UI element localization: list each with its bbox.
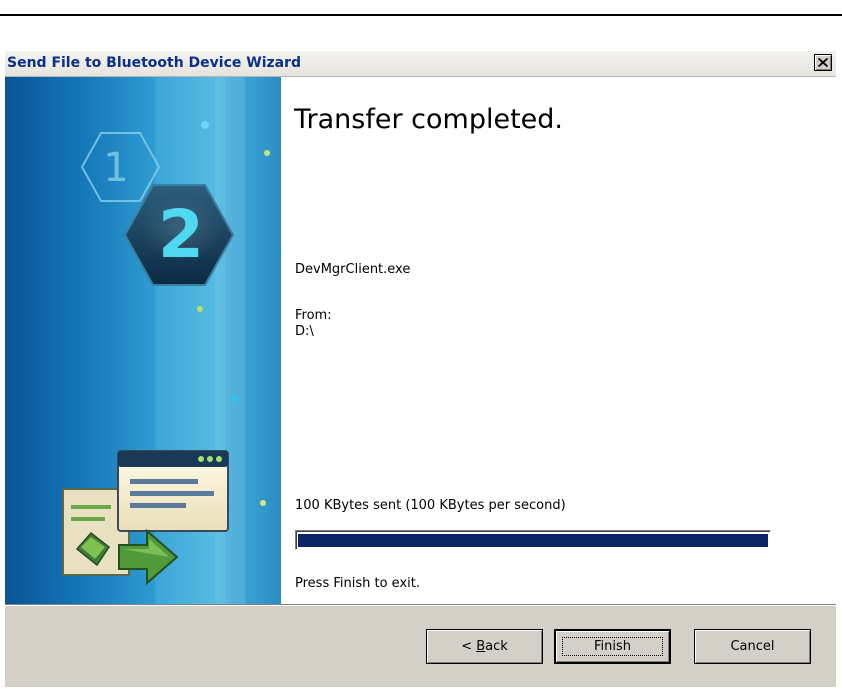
step-current-number: 2	[158, 196, 204, 273]
title-bar[interactable]: Send File to Bluetooth Device Wizard	[5, 51, 836, 77]
window-title: Send File to Bluetooth Device Wizard	[7, 55, 302, 71]
finish-button[interactable]: Finish	[554, 629, 671, 664]
cancel-label: Cancel	[730, 639, 775, 654]
focus-rect	[562, 637, 663, 656]
wizard-content: Transfer completed. DevMgrClient.exe Fro…	[281, 77, 836, 604]
close-button[interactable]	[814, 54, 832, 71]
button-separator	[5, 604, 836, 606]
progress-fill	[298, 534, 768, 547]
back-prefix: <	[461, 639, 477, 654]
top-divider	[0, 0, 842, 16]
close-icon	[818, 58, 828, 67]
finish-hint: Press Finish to exit.	[295, 576, 420, 591]
progress-bar	[295, 530, 771, 550]
step-previous-number: 1	[103, 145, 128, 191]
page-title: Transfer completed.	[294, 104, 563, 135]
back-rest: ack	[485, 639, 508, 654]
wizard-dialog: Send File to Bluetooth Device Wizard 1 2…	[5, 51, 836, 687]
wizard-side-art: 1 2	[5, 77, 281, 604]
file-name: DevMgrClient.exe	[295, 262, 411, 277]
back-mnemonic: B	[476, 639, 486, 654]
step-one-icon: 1	[80, 132, 161, 202]
back-button[interactable]: < Back	[426, 629, 543, 664]
from-label: From:	[295, 308, 332, 323]
from-path: D:\	[295, 324, 314, 339]
transfer-status: 100 KBytes sent (100 KBytes per second)	[295, 498, 566, 513]
cancel-button[interactable]: Cancel	[694, 629, 811, 664]
